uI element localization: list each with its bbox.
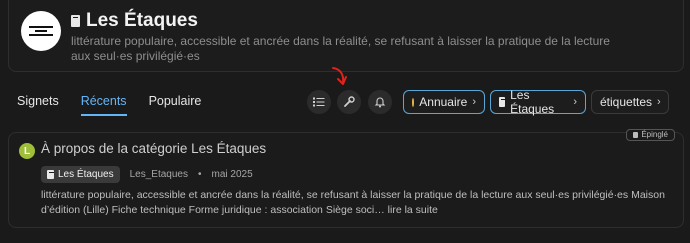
tags-dropdown[interactable]: étiquettes › [591,90,669,114]
topic-meta: Les Étaques Les_Etaques • mai 2025 [41,166,253,183]
tags-label: étiquettes [600,95,653,109]
category-header: Les Étaques littérature populaire, acces… [8,0,684,72]
annuaire-dropdown[interactable]: Annuaire › [403,90,485,114]
tab-recents[interactable]: Récents [80,94,127,116]
avatar[interactable]: L [19,143,35,159]
topic-author[interactable]: Les_Etaques [130,169,188,180]
book-icon [71,15,80,27]
category-logo [21,11,61,51]
list-view-button[interactable] [307,90,331,114]
category-settings-button[interactable] [337,90,361,114]
topic-nav: Signets Récents Populaire [17,94,223,116]
category-dropdown[interactable]: Les Étaques › [490,88,586,116]
chevron-right-icon: › [657,96,661,108]
category-description: littérature populaire, accessible et anc… [71,34,610,63]
topic-date: mai 2025 [211,169,253,180]
wrench-icon [344,96,355,107]
topic-row[interactable]: Épinglé L À propos de la catégorie Les É… [8,129,684,228]
topic-excerpt: littérature populaire, accessible et anc… [41,189,665,216]
category-badge-label: Les Étaques [58,169,114,180]
tab-populaire[interactable]: Populaire [149,94,202,116]
tab-signets[interactable]: Signets [17,94,59,116]
notification-button[interactable] [368,90,392,114]
separator-dot: • [198,169,202,180]
category-dropdown-label: Les Étaques [510,88,555,116]
annuaire-label: Annuaire [419,95,468,109]
category-name: Les Étaques [86,10,198,31]
book-icon [47,170,54,179]
topic-title[interactable]: À propos de la catégorie Les Étaques [41,141,266,156]
directory-icon [412,97,419,107]
pinned-badge: Épinglé [626,129,675,141]
category-badge[interactable]: Les Étaques [41,166,120,183]
pin-icon [633,132,639,138]
category-title: Les Étaques [71,10,198,32]
list-icon [313,97,325,107]
chevron-right-icon: › [472,96,476,108]
annotation-arrow-icon [332,67,347,85]
bell-icon [374,97,386,108]
chevron-right-icon: › [573,96,577,108]
book-icon [499,97,507,107]
pinned-label: Épinglé [641,130,668,139]
